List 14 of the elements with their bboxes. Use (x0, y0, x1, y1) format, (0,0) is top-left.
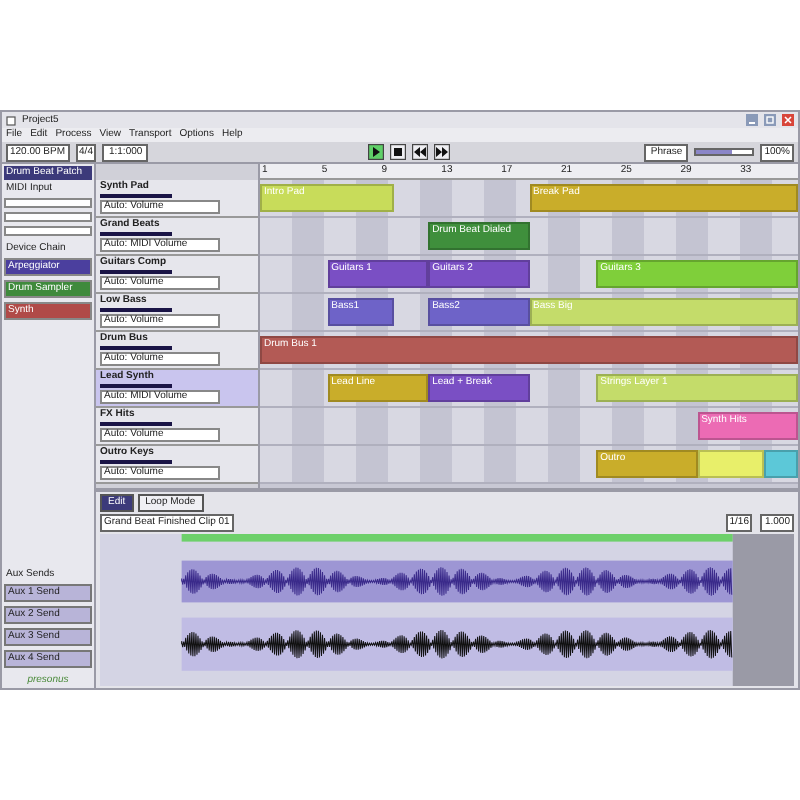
play-button[interactable] (368, 144, 385, 160)
close-icon[interactable] (782, 114, 794, 126)
maximize-icon[interactable] (764, 114, 776, 126)
input-field[interactable] (4, 226, 92, 236)
input-field[interactable] (4, 212, 92, 222)
forward-button[interactable] (434, 144, 451, 160)
clip[interactable] (697, 450, 765, 478)
minimize-icon[interactable] (746, 114, 758, 126)
stop-button[interactable] (390, 144, 407, 160)
clip[interactable] (764, 450, 798, 478)
app-icon[interactable] (6, 115, 16, 125)
zoom-slider[interactable] (694, 148, 755, 156)
input-field[interactable] (4, 198, 92, 208)
rewind-button[interactable] (412, 144, 429, 160)
